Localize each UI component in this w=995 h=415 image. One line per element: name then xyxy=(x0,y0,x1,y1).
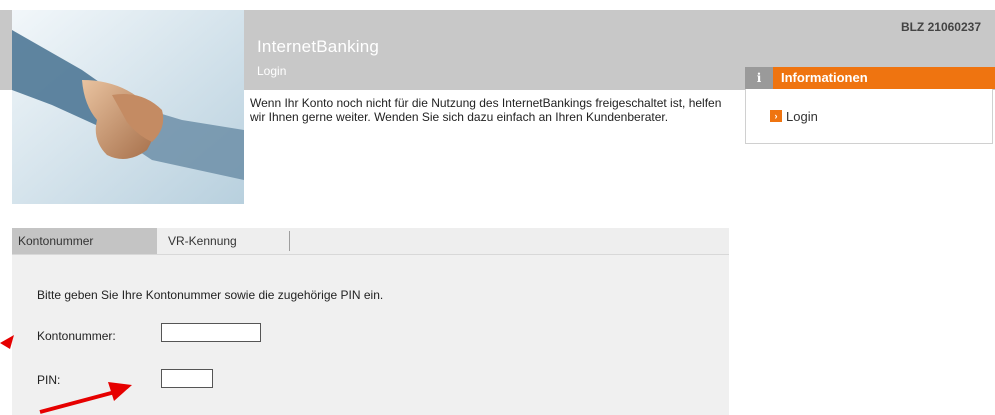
tab-kontonummer[interactable]: Kontonummer xyxy=(12,228,157,254)
bank-code: BLZ 21060237 xyxy=(900,20,981,34)
handshake-photo xyxy=(12,10,244,204)
info-title: Informationen xyxy=(781,70,868,85)
tab-vr-kennung[interactable]: VR-Kennung xyxy=(158,231,290,251)
kontonummer-input[interactable] xyxy=(161,323,261,342)
arrow-to-pin-head xyxy=(108,382,132,401)
page-subtitle: Login xyxy=(257,64,287,78)
info-login-link[interactable]: Login xyxy=(786,109,818,124)
app-title: InternetBanking xyxy=(257,37,380,56)
login-tabs: Kontonummer VR-Kennung xyxy=(12,228,729,255)
pin-input[interactable] xyxy=(161,369,213,388)
arrow-to-pin-shaft xyxy=(39,390,116,414)
info-icon: i xyxy=(745,67,773,89)
intro-text: Wenn Ihr Konto noch nicht für die Nutzun… xyxy=(250,96,722,124)
info-header: i Informationen xyxy=(745,67,995,89)
arrow-to-kontonummer xyxy=(0,335,14,349)
chevron-right-icon: › xyxy=(770,110,782,122)
annotation-arrows xyxy=(0,335,132,414)
